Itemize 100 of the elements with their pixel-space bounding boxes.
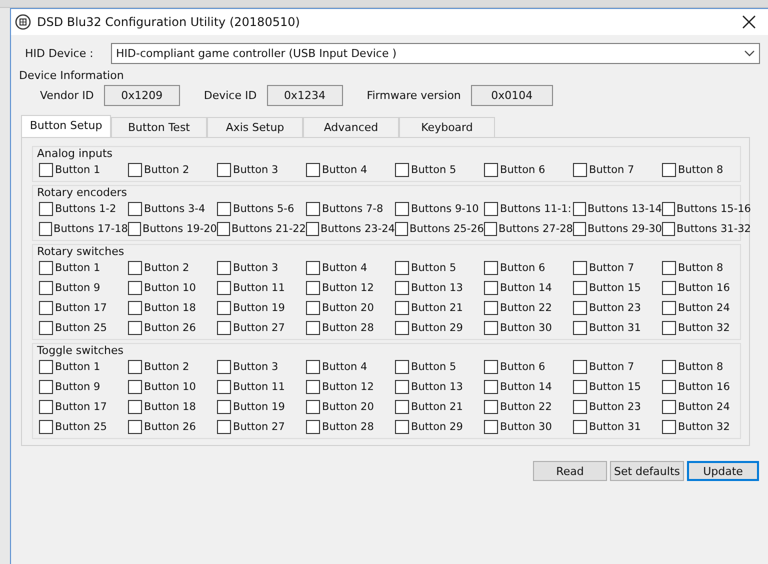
dialog-button[interactable]: Read [533, 461, 607, 481]
checkbox[interactable] [662, 321, 676, 335]
checkbox[interactable] [217, 360, 231, 374]
checkbox[interactable] [484, 261, 498, 275]
checkbox[interactable] [484, 380, 498, 394]
tab[interactable]: Button Setup [21, 115, 111, 137]
checkbox[interactable] [217, 400, 231, 414]
checkbox[interactable] [39, 400, 53, 414]
checkbox[interactable] [217, 281, 231, 295]
checkbox[interactable] [573, 400, 587, 414]
checkbox[interactable] [217, 261, 231, 275]
checkbox[interactable] [395, 163, 409, 177]
checkbox[interactable] [306, 380, 320, 394]
checkbox[interactable] [573, 420, 587, 434]
checkbox[interactable] [39, 222, 52, 236]
checkbox[interactable] [395, 400, 409, 414]
tab[interactable]: Keyboard [399, 117, 495, 137]
checkbox[interactable] [217, 420, 231, 434]
checkbox[interactable] [484, 321, 498, 335]
checkbox[interactable] [484, 301, 498, 315]
checkbox[interactable] [306, 163, 320, 177]
checkbox[interactable] [662, 301, 676, 315]
checkbox[interactable] [217, 222, 230, 236]
checkbox[interactable] [39, 420, 53, 434]
checkbox[interactable] [128, 360, 142, 374]
checkbox[interactable] [395, 261, 409, 275]
checkbox[interactable] [39, 360, 53, 374]
checkbox[interactable] [573, 301, 587, 315]
checkbox[interactable] [662, 360, 676, 374]
checkbox[interactable] [662, 261, 676, 275]
checkbox[interactable] [484, 222, 496, 236]
checkbox[interactable] [306, 400, 320, 414]
checkbox[interactable] [306, 301, 320, 315]
checkbox[interactable] [128, 420, 142, 434]
checkbox-label: Button 27 [233, 421, 285, 433]
checkbox[interactable] [484, 360, 498, 374]
checkbox[interactable] [306, 420, 320, 434]
checkbox[interactable] [395, 301, 409, 315]
checkbox[interactable] [128, 163, 142, 177]
checkbox[interactable] [217, 163, 231, 177]
checkbox[interactable] [395, 281, 409, 295]
checkbox[interactable] [395, 321, 409, 335]
checkbox[interactable] [128, 301, 142, 315]
checkbox[interactable] [662, 163, 676, 177]
close-icon[interactable] [742, 15, 756, 29]
dialog-button[interactable]: Update [687, 461, 759, 481]
tab[interactable]: Advanced [303, 117, 399, 137]
checkbox[interactable] [662, 222, 674, 236]
checkbox[interactable] [662, 202, 674, 216]
checkbox[interactable] [573, 261, 587, 275]
checkbox[interactable] [128, 380, 142, 394]
checkbox[interactable] [306, 360, 320, 374]
checkbox[interactable] [662, 420, 676, 434]
checkbox[interactable] [306, 281, 320, 295]
hid-device-dropdown[interactable]: HID-compliant game controller (USB Input Device ) [111, 43, 760, 64]
checkbox[interactable] [306, 202, 320, 216]
checkbox[interactable] [484, 163, 498, 177]
checkbox[interactable] [395, 360, 409, 374]
checkbox[interactable] [39, 281, 53, 295]
checkbox[interactable] [484, 281, 498, 295]
checkbox-label: Button 6 [500, 361, 546, 373]
checkbox[interactable] [573, 380, 587, 394]
checkbox[interactable] [573, 222, 586, 236]
checkbox[interactable] [128, 321, 142, 335]
checkbox[interactable] [39, 380, 53, 394]
checkbox[interactable] [39, 261, 53, 275]
checkbox[interactable] [573, 321, 587, 335]
checkbox[interactable] [662, 281, 676, 295]
checkbox[interactable] [128, 261, 142, 275]
checkbox[interactable] [217, 321, 231, 335]
checkbox[interactable] [306, 222, 318, 236]
checkbox[interactable] [306, 261, 320, 275]
checkbox[interactable] [217, 301, 231, 315]
checkbox[interactable] [217, 380, 231, 394]
checkbox[interactable] [217, 202, 231, 216]
checkbox[interactable] [39, 163, 53, 177]
checkbox[interactable] [484, 420, 498, 434]
checkbox[interactable] [39, 301, 53, 315]
checkbox[interactable] [662, 400, 676, 414]
checkbox[interactable] [395, 202, 409, 216]
checkbox[interactable] [306, 321, 320, 335]
checkbox[interactable] [39, 321, 53, 335]
checkbox[interactable] [484, 202, 498, 216]
checkbox[interactable] [662, 380, 676, 394]
checkbox[interactable] [395, 380, 409, 394]
checkbox[interactable] [395, 420, 409, 434]
tab[interactable]: Axis Setup [207, 117, 303, 137]
checkbox[interactable] [128, 222, 140, 236]
checkbox[interactable] [573, 163, 587, 177]
tab[interactable]: Button Test [111, 117, 207, 137]
checkbox[interactable] [128, 202, 142, 216]
dialog-button[interactable]: Set defaults [610, 461, 684, 481]
checkbox[interactable] [573, 281, 587, 295]
checkbox[interactable] [128, 281, 142, 295]
checkbox[interactable] [573, 360, 587, 374]
checkbox[interactable] [395, 222, 408, 236]
checkbox[interactable] [484, 400, 498, 414]
checkbox[interactable] [573, 202, 586, 216]
checkbox[interactable] [128, 400, 142, 414]
checkbox[interactable] [39, 202, 53, 216]
